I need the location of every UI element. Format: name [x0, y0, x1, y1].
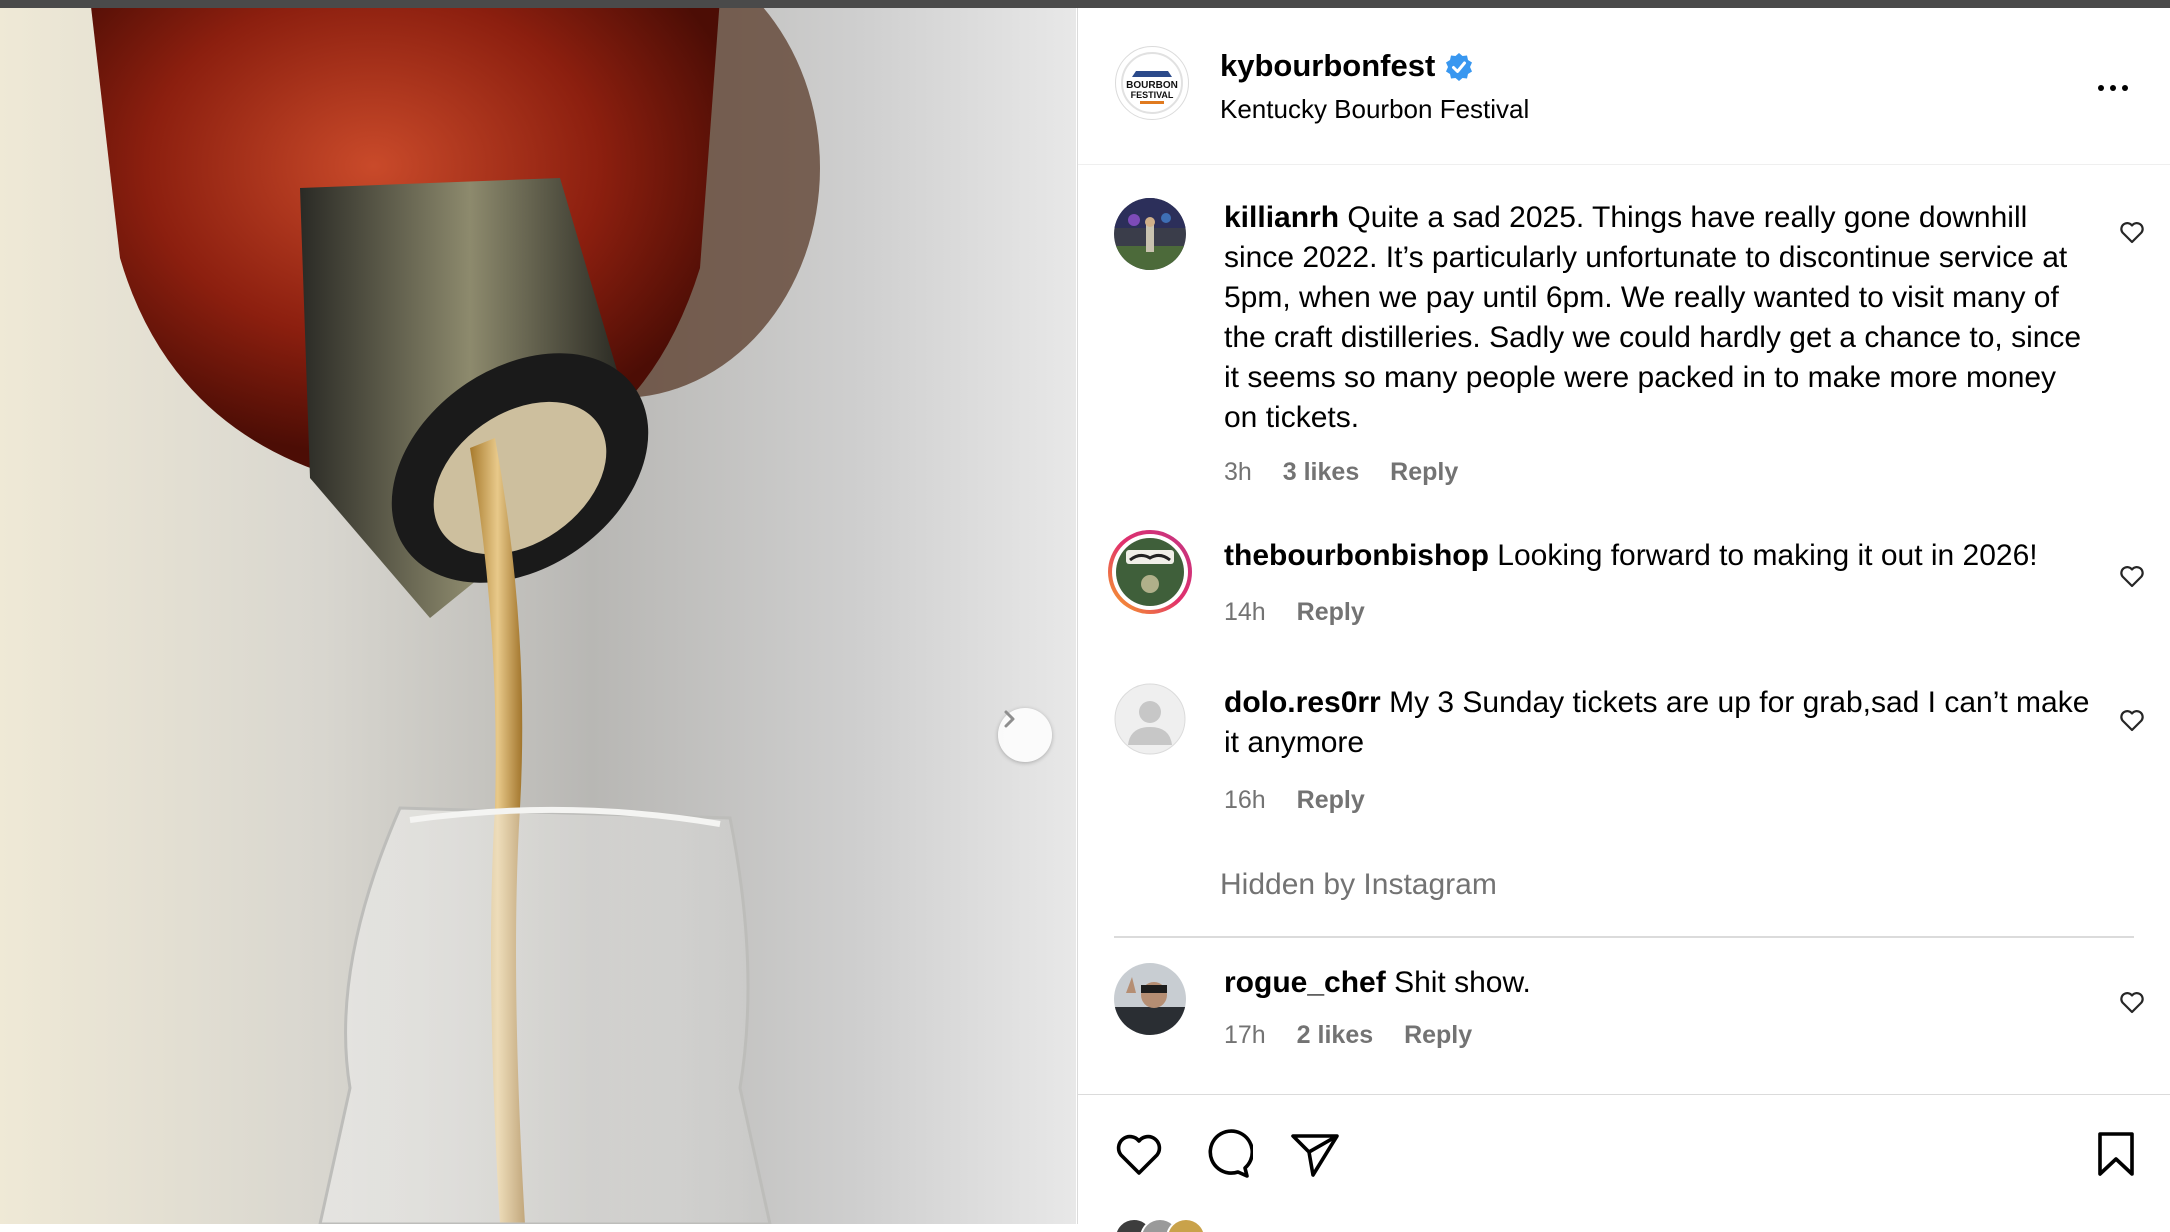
reply-button[interactable]: Reply — [1297, 598, 1365, 626]
svg-text:FESTIVAL: FESTIVAL — [1131, 90, 1174, 100]
post-image — [0, 8, 1076, 1224]
comment-text: thebourbonbishop Looking forward to maki… — [1224, 536, 2124, 576]
bourbon-pour-photo — [0, 8, 1076, 1224]
heart-icon[interactable] — [2118, 218, 2146, 246]
avatar[interactable] — [1106, 528, 1194, 616]
default-user-icon — [1114, 683, 1186, 755]
bourbon-festival-logo: BOURBON FESTIVAL — [1121, 52, 1183, 114]
like-heart-icon[interactable] — [1113, 1128, 1165, 1180]
comment-time[interactable]: 16h — [1224, 786, 1266, 814]
post-display-name: Kentucky Bourbon Festival — [1220, 94, 1530, 124]
comment-text: rogue_chef Shit show. — [1224, 963, 2094, 1003]
thebourbonbishop-avatar-image — [1108, 530, 1192, 614]
comment-meta: 3h 3 likes Reply — [1224, 458, 1482, 487]
post-header: BOURBON FESTIVAL kybourbonfest Kentucky … — [1078, 8, 2170, 165]
comment-meta: 14h Reply — [1224, 598, 1389, 627]
heart-icon[interactable] — [2118, 988, 2146, 1016]
reply-button[interactable]: Reply — [1297, 786, 1365, 814]
kybourbonfest-avatar[interactable]: BOURBON FESTIVAL — [1115, 46, 1189, 120]
comment-text: dolo.res0rr My 3 Sunday tickets are up f… — [1224, 683, 2094, 763]
avatar[interactable] — [1114, 683, 1186, 755]
bookmark-icon[interactable] — [2090, 1128, 2142, 1180]
comment-content: Quite a sad 2025. Things have really gon… — [1224, 201, 2082, 434]
comment-text: killianrh Quite a sad 2025. Things have … — [1224, 198, 2094, 438]
more-options-icon — [2098, 85, 2104, 91]
comment-likes-count[interactable]: 3 likes — [1283, 458, 1359, 486]
comment-likes-count[interactable]: 2 likes — [1297, 1021, 1373, 1049]
comment-time[interactable]: 17h — [1224, 1021, 1266, 1049]
post-username[interactable]: kybourbonfest — [1220, 48, 1435, 84]
verified-badge-icon — [1446, 53, 1472, 81]
comment-username[interactable]: dolo.res0rr — [1224, 686, 1381, 719]
more-dot — [2122, 85, 2128, 91]
next-image-button[interactable] — [998, 708, 1052, 762]
comment-username[interactable]: thebourbonbishop — [1224, 539, 1489, 572]
comment-meta: 16h Reply — [1224, 786, 1389, 815]
divider — [1114, 936, 2134, 938]
killianrh-avatar-image — [1114, 198, 1186, 270]
browser-top-strip — [0, 0, 2170, 8]
comment-content: Shit show. — [1394, 966, 1531, 999]
more-options-button[interactable] — [2088, 68, 2138, 108]
rogue-chef-avatar-image — [1114, 963, 1186, 1035]
heart-icon[interactable] — [2118, 706, 2146, 734]
heart-icon[interactable] — [2118, 562, 2146, 590]
comment-time[interactable]: 14h — [1224, 598, 1266, 626]
chevron-right-icon — [1004, 710, 1015, 728]
comment-meta: 17h 2 likes Reply — [1224, 1021, 1496, 1050]
hidden-comments-link[interactable]: Hidden by Instagram — [1220, 868, 1497, 902]
comment-username[interactable]: rogue_chef — [1224, 966, 1386, 999]
liked-by-avatars[interactable] — [1114, 1218, 1214, 1232]
avatar[interactable] — [1114, 198, 1186, 270]
reply-button[interactable]: Reply — [1404, 1021, 1472, 1049]
more-dot — [2110, 85, 2116, 91]
comment-content: Looking forward to making it out in 2026… — [1497, 539, 2038, 572]
reply-button[interactable]: Reply — [1390, 458, 1458, 486]
avatar — [1166, 1218, 1206, 1232]
paper-plane-icon[interactable] — [1289, 1128, 1341, 1180]
actions-divider — [1078, 1094, 2170, 1095]
comment-username[interactable]: killianrh — [1224, 201, 1339, 234]
comment-time[interactable]: 3h — [1224, 458, 1252, 486]
avatar[interactable] — [1114, 963, 1186, 1035]
comment-bubble-icon[interactable] — [1201, 1128, 1253, 1180]
post-side-panel: BOURBON FESTIVAL kybourbonfest Kentucky … — [1077, 8, 2170, 1232]
